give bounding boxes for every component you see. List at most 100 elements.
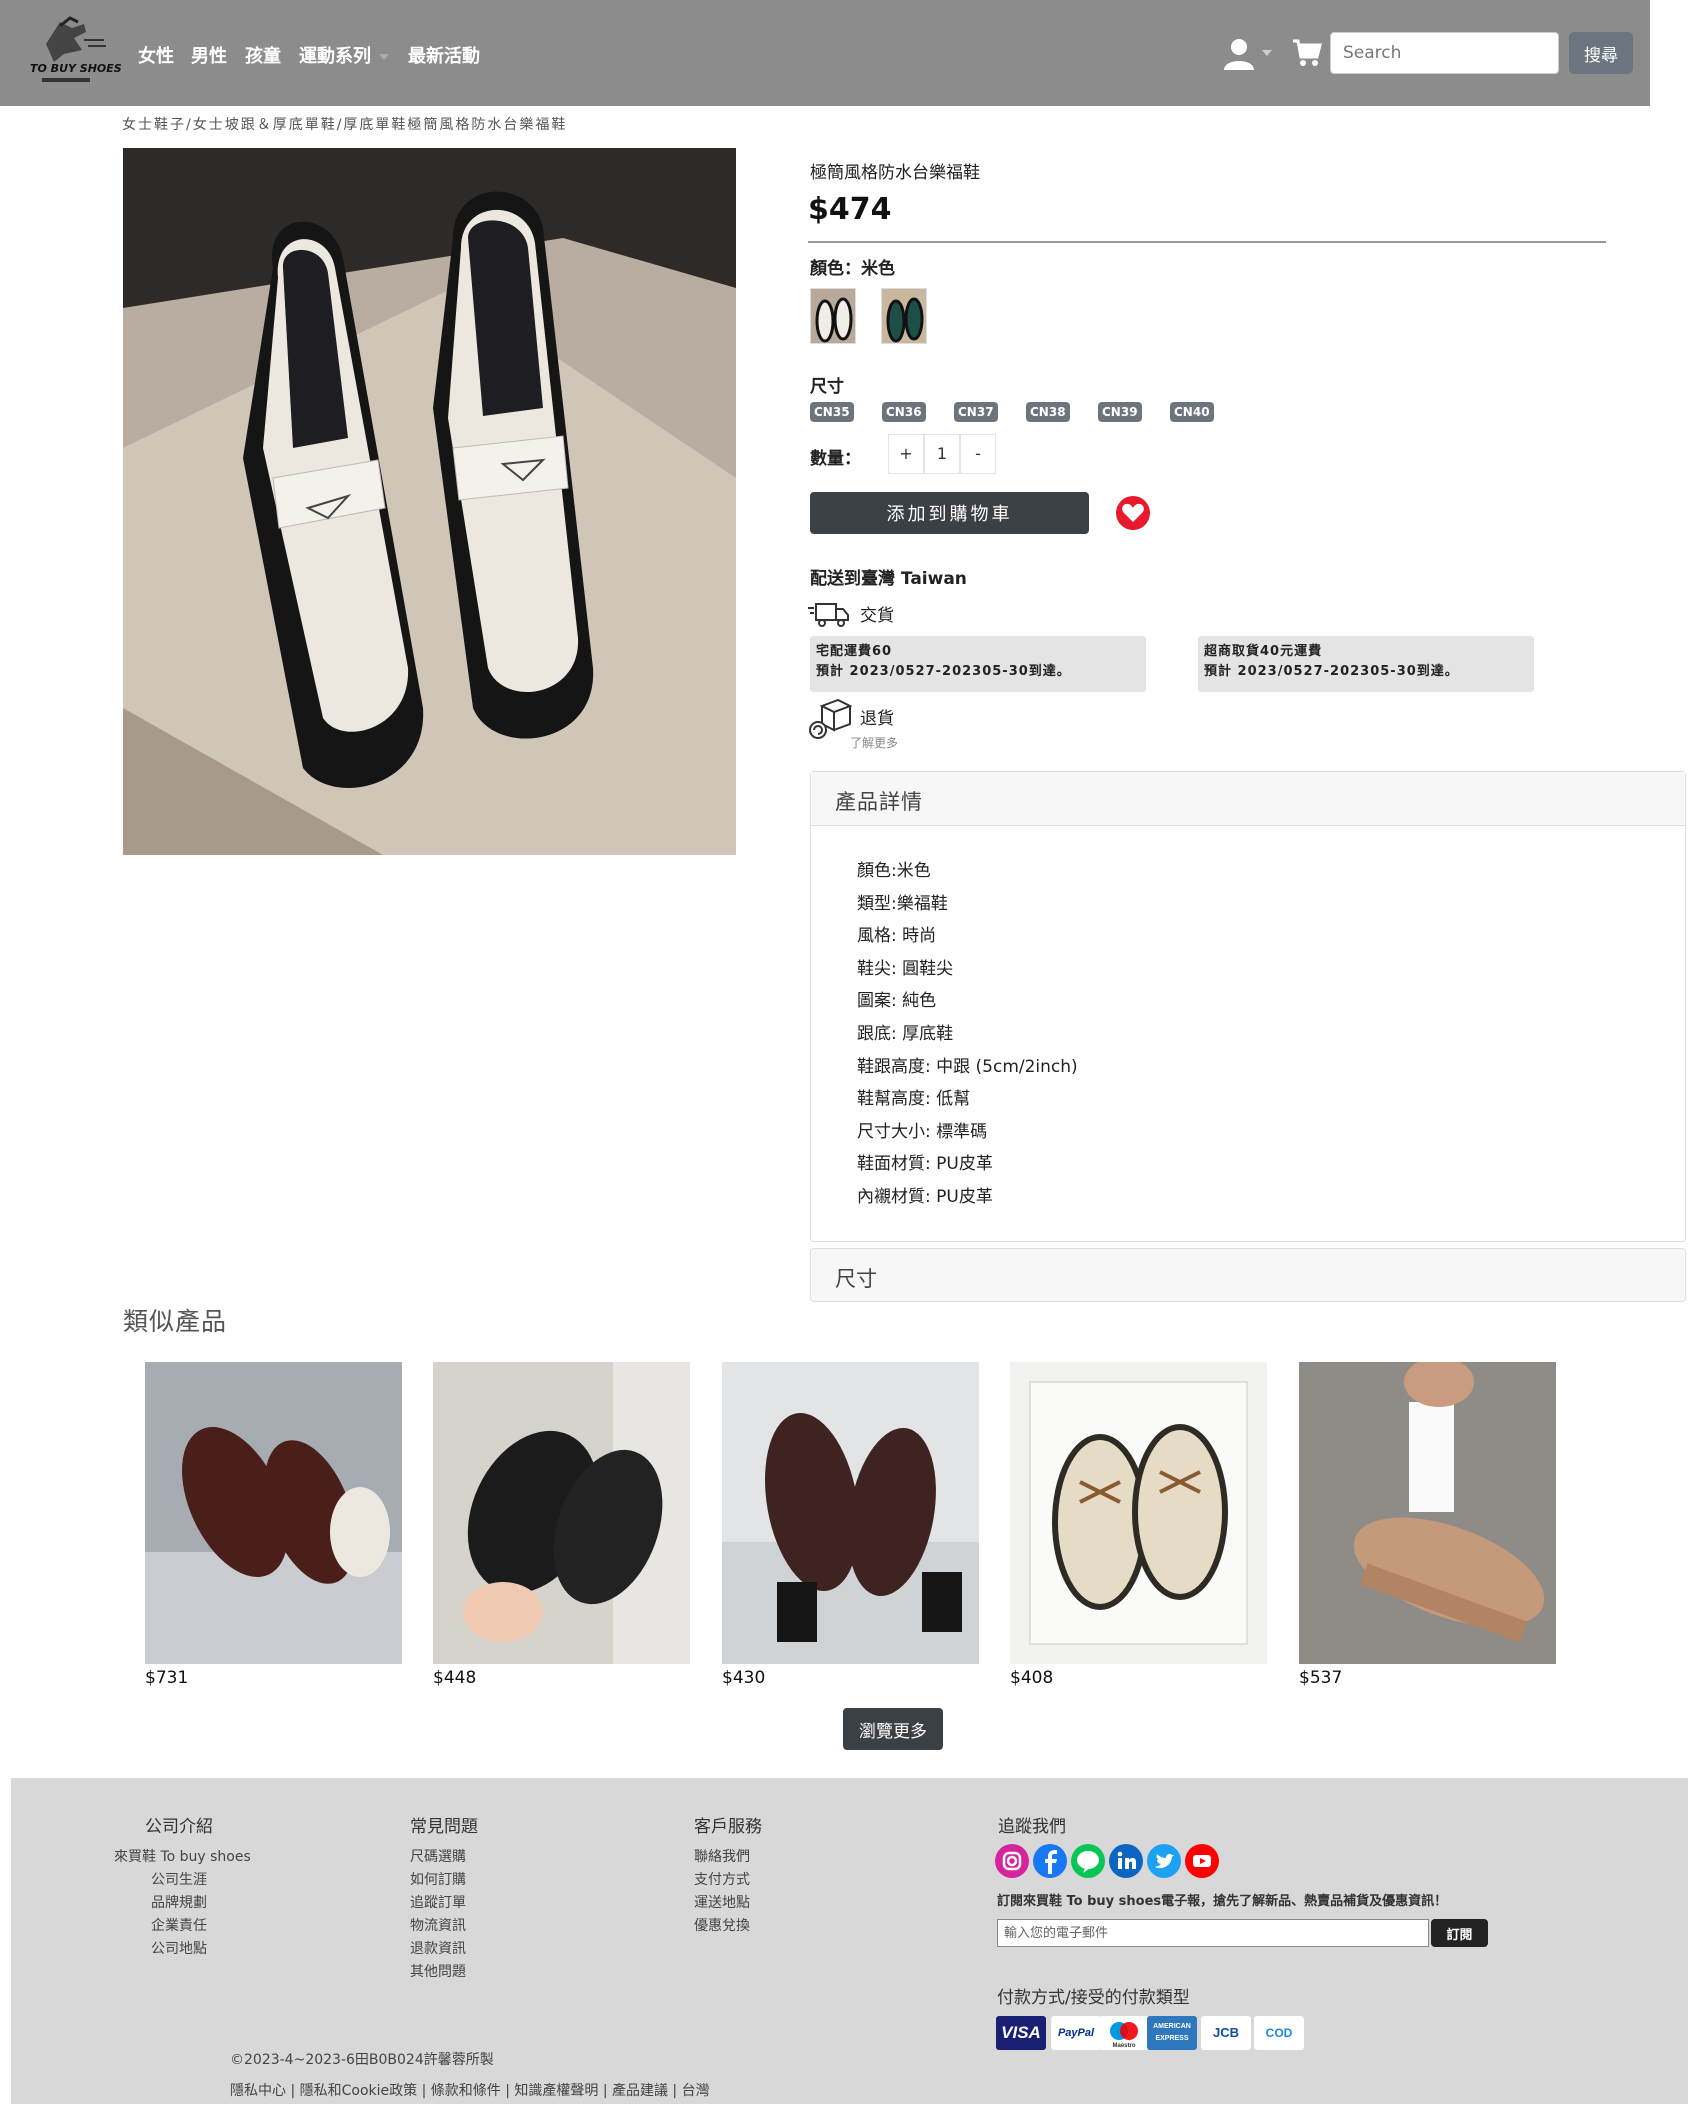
facebook-icon[interactable] [1033,1844,1067,1878]
user-icon[interactable] [1222,38,1256,70]
store-pickup-fee: 超商取貨40元運費 [1204,644,1323,659]
similar-product-price: $448 [433,1668,477,1688]
footer-follow-title: 追蹤我們 [998,1817,1066,1837]
footer-link[interactable]: 運送地點 [694,1892,750,1912]
footer-link[interactable]: 企業責任 [151,1915,207,1935]
wishlist-heart-icon[interactable] [1116,496,1150,530]
copyright: ©2023-4~2023-6田B0B024許馨蓉所製 [230,2052,494,2068]
color-swatch-green[interactable] [881,288,927,344]
similar-product-card[interactable]: $430 [722,1362,979,1688]
linkedin-icon[interactable] [1109,1844,1143,1878]
detail-item: 鞋面材質: PU皮革 [857,1154,993,1175]
nav-sports-dropdown[interactable]: 運動系列 [299,42,389,68]
quantity-decrease-button[interactable]: - [960,434,996,474]
footer-link[interactable]: 尺碼選購 [410,1846,466,1866]
footer-link[interactable]: 優惠兌換 [694,1915,750,1935]
breadcrumb[interactable]: 女士鞋子/女士坡跟＆厚底單鞋/厚底單鞋極簡風格防水台樂福鞋 [122,114,567,134]
learn-more-link[interactable]: 了解更多 [850,734,898,751]
twitter-icon[interactable] [1147,1844,1181,1878]
size-option[interactable]: CN40 [1170,402,1214,422]
nav-women[interactable]: 女性 [138,42,174,68]
product-price: $474 [808,192,892,227]
quantity-value[interactable]: 1 [924,434,960,474]
nav-men[interactable]: 男性 [191,42,227,68]
product-name: 極簡風格防水台樂福鞋 [810,163,980,183]
youtube-icon[interactable] [1185,1844,1219,1878]
newsletter-email-input[interactable] [997,1919,1429,1947]
similar-product-card[interactable]: $408 [1010,1362,1267,1688]
footer-link[interactable]: 聯絡我們 [694,1846,750,1866]
footer-link[interactable]: 退款資訊 [410,1938,466,1958]
similar-product-price: $731 [145,1668,189,1688]
nav-kids[interactable]: 孩童 [245,42,281,68]
detail-item: 顏色:米色 [857,861,931,881]
footer-link[interactable]: 來買鞋 To buy shoes [114,1846,251,1866]
legal-links[interactable]: 隱私中心 | 隱私和Cookie政策 | 條款和條件 | 知識產權聲明 | 產品… [230,2080,710,2100]
search-input[interactable] [1330,32,1559,74]
product-details-list: 顏色:米色 類型:樂福鞋 風格: 時尚 鞋尖: 圓鞋尖 圖案: 純色 跟底: 厚… [811,826,1685,1215]
return-label: 退貨 [860,709,894,729]
similar-product-card[interactable]: $537 [1299,1362,1556,1688]
quantity-increase-button[interactable]: + [888,434,924,474]
payment-methods-title: 付款方式/接受的付款類型 [997,1988,1190,2008]
visa-icon: VISA [996,2016,1046,2050]
detail-item: 尺寸大小: 標準碼 [857,1121,988,1142]
similar-product-image[interactable] [1010,1362,1267,1664]
footer-link[interactable]: 如何訂購 [410,1869,466,1889]
truck-icon [808,603,849,627]
newsletter-subscribe-button[interactable]: 訂閱 [1431,1919,1488,1947]
return-box-icon [809,698,852,739]
search-button[interactable]: 搜尋 [1569,32,1633,74]
footer-link[interactable]: 物流資訊 [410,1915,466,1935]
home-delivery-card: 宅配運費60 預計 2023/0527-202305-30到達。 [810,636,1146,692]
quantity-label: 數量： [810,449,861,469]
price-divider [808,241,1606,243]
size-option[interactable]: CN35 [810,402,854,422]
size-option[interactable]: CN38 [1026,402,1070,422]
similar-product-card[interactable]: $448 [433,1362,690,1688]
product-details-header[interactable]: 產品詳情 [811,772,1685,826]
similar-product-image[interactable] [145,1362,402,1664]
navbar: TO BUY SHOES 女性 男性 孩童 運動系列 最新活動 搜尋 [0,0,1650,106]
amex-icon: AMERICAN EXPRESS [1147,2016,1197,2050]
similar-product-card[interactable]: $731 [145,1362,402,1688]
size-option[interactable]: CN37 [954,402,998,422]
home-delivery-eta: 預計 2023/0527-202305-30到達。 [816,664,1071,679]
size-option[interactable]: CN36 [882,402,926,422]
maestro-icon: Maestro [1099,2016,1149,2050]
similar-product-image[interactable] [722,1362,979,1664]
nav-sports-label: 運動系列 [299,46,371,67]
brand-logo[interactable] [24,14,114,94]
add-to-cart-button[interactable]: 添加到購物車 [810,492,1089,534]
size-panel-header[interactable]: 尺寸 [810,1248,1686,1302]
product-details-panel: 產品詳情 顏色:米色 類型:樂福鞋 風格: 時尚 鞋尖: 圓鞋尖 圖案: 純色 … [810,771,1686,1242]
delivery-label: 交貨 [860,606,894,626]
detail-item: 跟底: 厚底鞋 [857,1023,954,1044]
similar-product-image[interactable] [1299,1362,1556,1664]
cod-icon: COD [1254,2016,1304,2050]
chevron-down-icon [379,54,389,60]
color-label: 顏色：米色 [810,259,895,279]
cart-icon[interactable] [1292,38,1322,68]
footer-link[interactable]: 其他問題 [410,1961,466,1981]
footer-link[interactable]: 支付方式 [694,1869,750,1889]
browse-more-button[interactable]: 瀏覽更多 [843,1708,943,1750]
nav-latest-events[interactable]: 最新活動 [408,42,480,68]
footer-link[interactable]: 品牌規劃 [151,1892,207,1912]
detail-item: 鞋尖: 圓鞋尖 [857,958,954,979]
footer-link[interactable]: 公司地點 [151,1938,207,1958]
paypal-icon: PayPal [1051,2016,1101,2050]
footer-link[interactable]: 公司生涯 [151,1869,207,1889]
line-icon[interactable] [1071,1844,1105,1878]
instagram-icon[interactable] [995,1844,1029,1878]
brand-logo-underline [42,78,90,82]
footer-service-title: 客戶服務 [694,1817,762,1837]
color-swatch-beige[interactable] [810,288,856,344]
detail-item: 圖案: 純色 [857,991,937,1012]
similar-product-image[interactable] [433,1362,690,1664]
detail-item: 鞋跟高度: 中跟 (5cm/2inch) [857,1056,1078,1077]
size-option[interactable]: CN39 [1098,402,1142,422]
user-menu-caret-icon[interactable] [1262,50,1272,56]
maestro-label: Maestro [1112,2043,1135,2049]
footer-link[interactable]: 追蹤訂單 [410,1892,466,1912]
